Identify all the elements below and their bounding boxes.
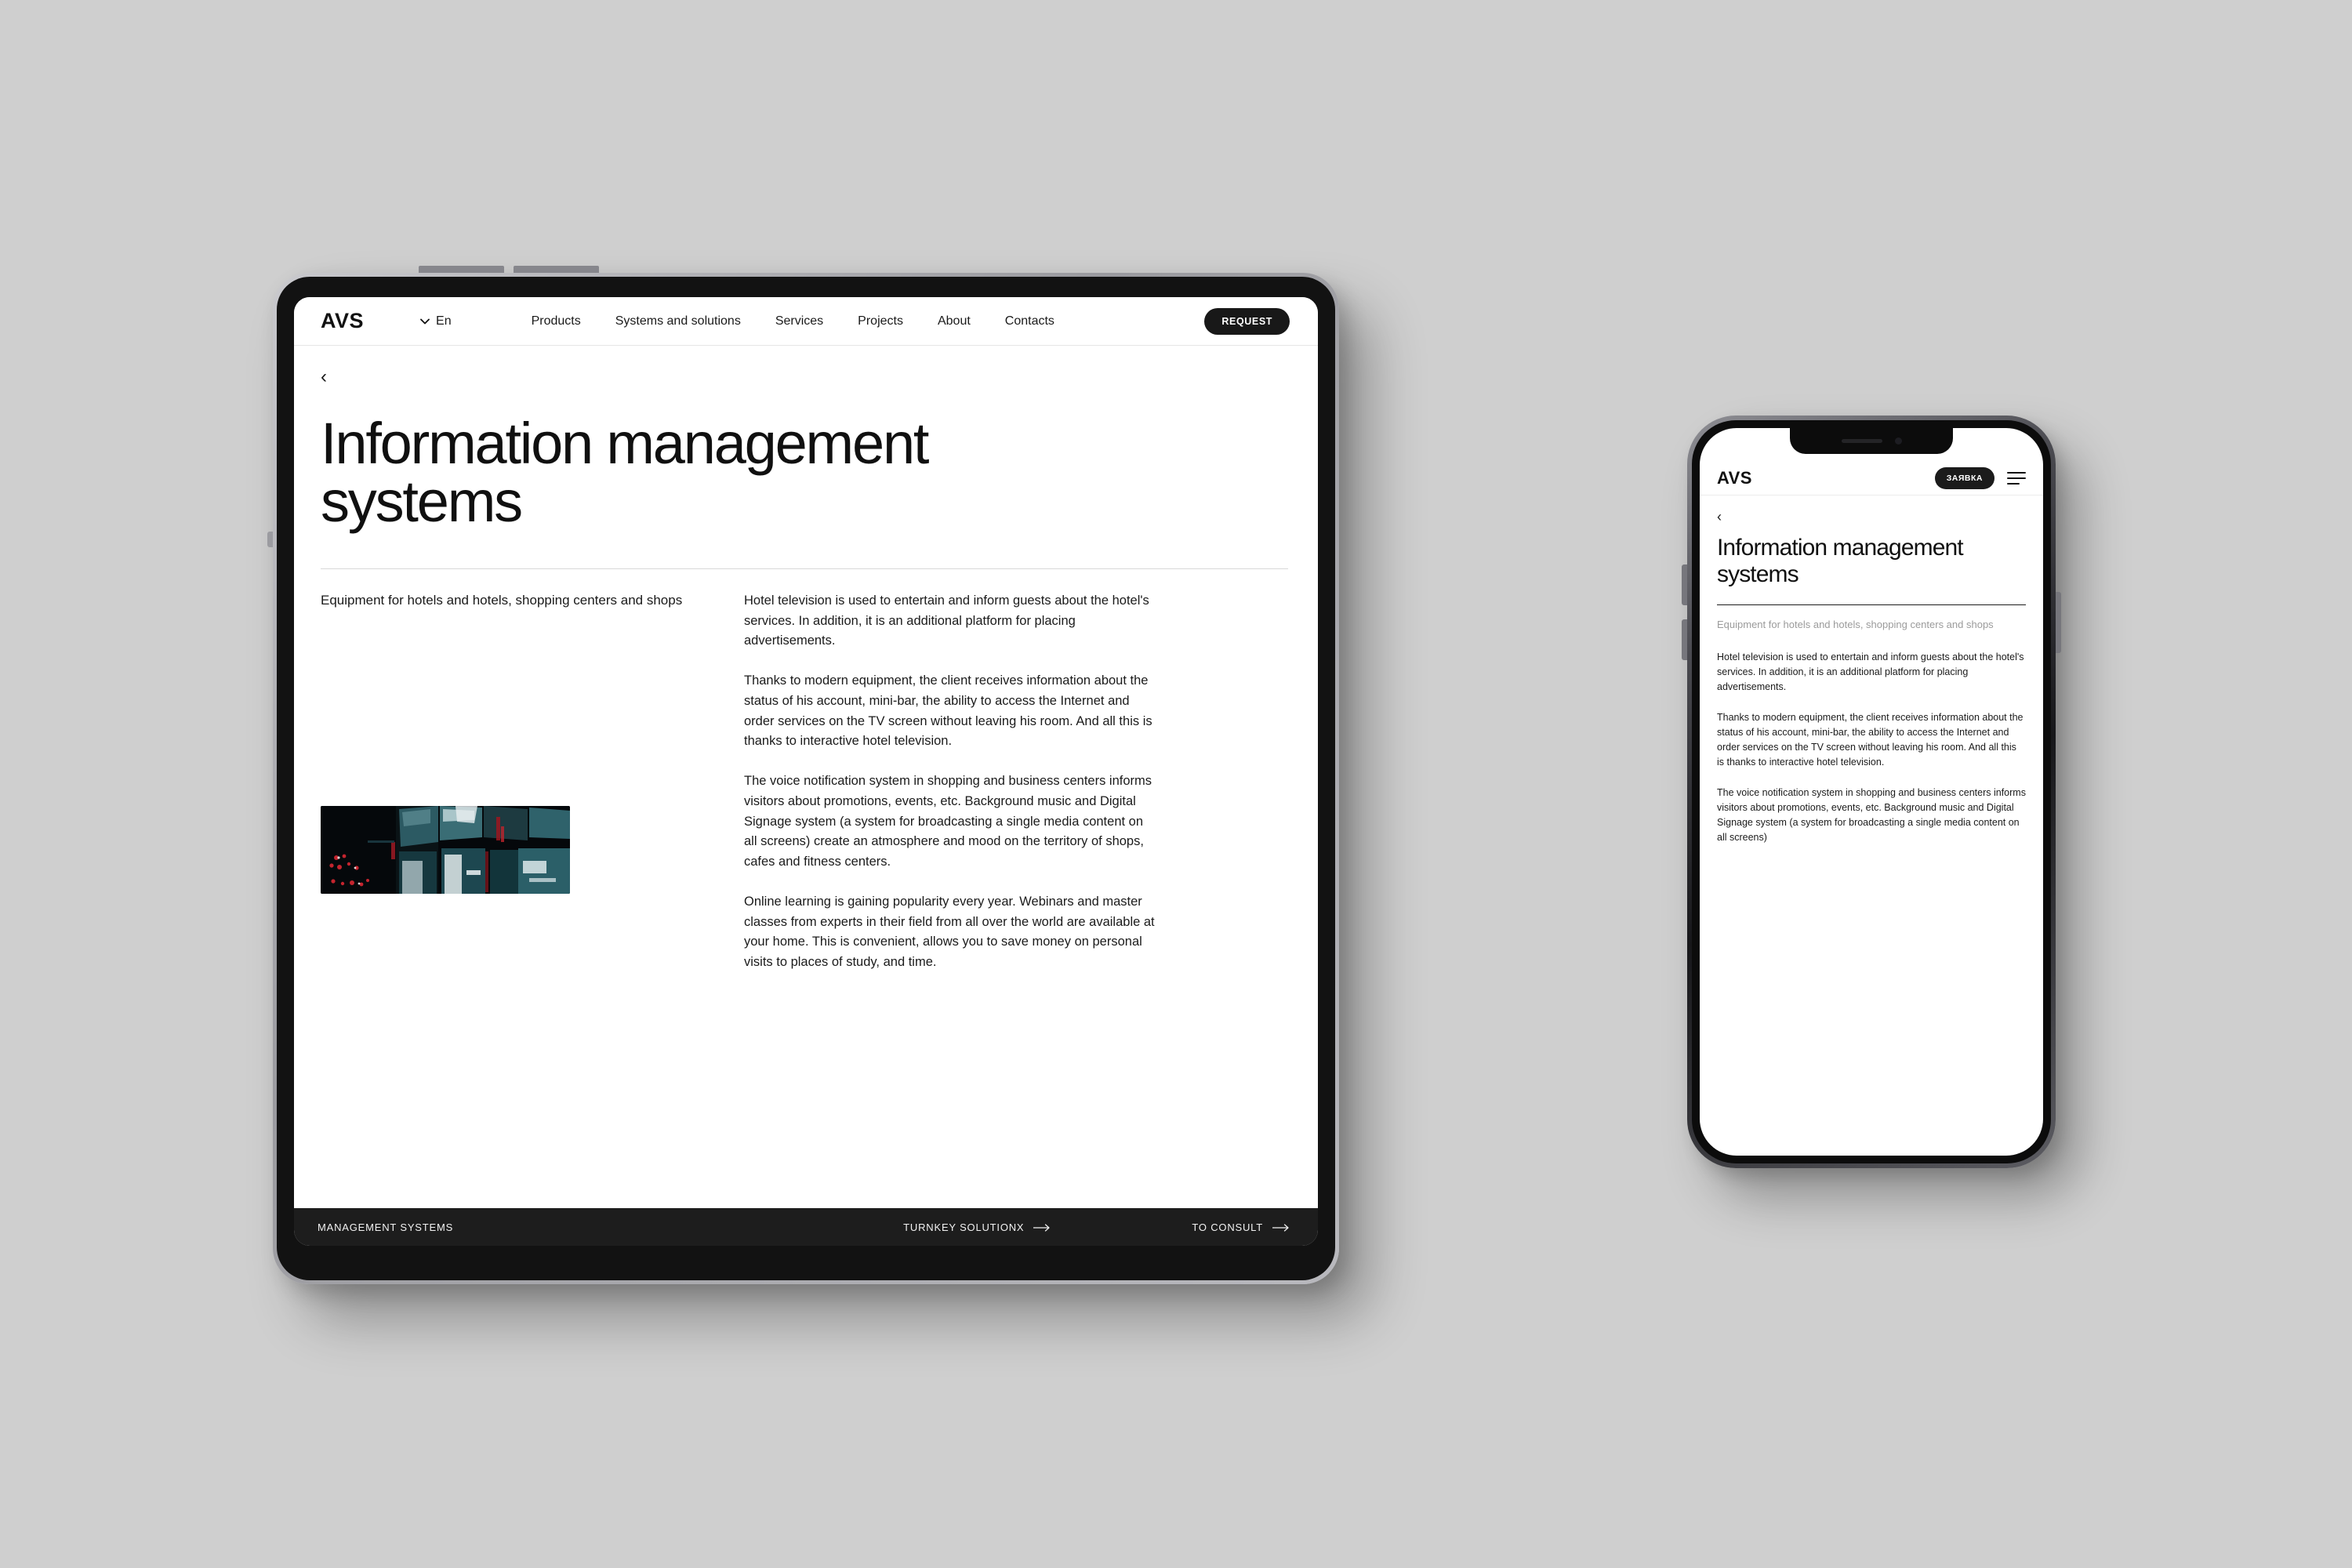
back-button[interactable]: ‹ [321,368,327,387]
site-logo[interactable]: AVS [321,309,364,333]
phone-notch [1790,428,1953,454]
arrow-right-icon [1272,1221,1290,1234]
nav-item-contacts[interactable]: Contacts [1005,314,1054,328]
tablet-topbar: AVS En Products Systems and solutions Se… [294,297,1318,346]
body-paragraph: Hotel television is used to entertain an… [744,593,1149,648]
page-title: Information management systems [321,411,929,534]
thumbnail-artwork [321,806,570,895]
page-title: Information management systems [1717,535,1964,587]
tablet-top-buttons [419,266,599,273]
phone-frame: AVS ЗАЯВКА ‹ Information management syst… [1692,420,2051,1163]
body-paragraph: The voice notification system in shoppin… [1717,786,2026,843]
left-column: Equipment for hotels and hotels, shoppin… [321,591,744,993]
nav-item-about[interactable]: About [938,314,971,328]
phone-content: ‹ Information management systems Equipme… [1700,495,2043,1156]
nav-item-services[interactable]: Services [775,314,823,328]
body-paragraph: Hotel television is used to entertain an… [1717,651,2024,692]
phone-device: AVS ЗАЯВКА ‹ Information management syst… [1682,416,2061,1168]
footer-link-to-consult[interactable]: TO CONSULT [1192,1221,1290,1234]
body-paragraph: Online learning is gaining popularity ev… [744,894,1155,970]
chevron-down-icon [420,317,430,326]
phone-speaker-icon [1841,439,1882,443]
site-logo[interactable]: AVS [1717,468,1752,488]
page-lede: Equipment for hotels and hotels, shoppin… [321,593,683,608]
request-button[interactable]: ЗАЯВКА [1934,466,1994,489]
footer-link-turnkey-solutions[interactable]: TURNKEY SOLUTIONX [903,1221,1051,1234]
phone-volume-down-button [1682,619,1687,660]
nav-item-products[interactable]: Products [532,314,581,328]
tablet-content: ‹ Information management systems Equipme… [294,346,1318,1208]
phone-volume-up-button [1682,564,1687,605]
title-divider [1717,604,2026,606]
tablet-screen: AVS En Products Systems and solutions Se… [294,297,1318,1246]
content-columns: Equipment for hotels and hotels, shoppin… [321,591,1288,993]
footer-link-label: TURNKEY SOLUTIONX [903,1221,1025,1233]
title-divider [321,568,1288,569]
tablet-bezel: AVS En Products Systems and solutions Se… [277,277,1335,1280]
mockup-stage: AVS En Products Systems and solutions Se… [0,0,2352,1568]
arrow-right-icon [1033,1221,1051,1234]
footer-link-label: TO CONSULT [1192,1221,1263,1233]
phone-screen: AVS ЗАЯВКА ‹ Information management syst… [1700,428,2043,1156]
phone-power-button [2056,592,2061,653]
footer-breadcrumb-label: MANAGEMENT SYSTEMS [318,1221,454,1233]
page-lede: Equipment for hotels and hotels, shoppin… [1717,619,1994,631]
phone-topbar: AVS ЗАЯВКА [1700,461,2043,495]
tablet-side-button [267,532,273,547]
body-paragraph: The voice notification system in shoppin… [744,774,1152,869]
right-column: Hotel television is used to entertain an… [744,591,1160,993]
back-button[interactable]: ‹ [1717,510,1722,524]
body-paragraph: Thanks to modern equipment, the client r… [1717,711,2024,768]
language-selector[interactable]: En [420,314,452,328]
tablet-device: AVS En Products Systems and solutions Se… [267,266,1339,1284]
request-button[interactable]: REQUEST [1204,307,1290,335]
hamburger-menu-icon[interactable] [2007,471,2026,485]
phone-camera-icon [1894,437,1902,445]
body-paragraph: Thanks to modern equipment, the client r… [744,673,1152,749]
language-value: En [436,314,452,328]
project-thumbnail-image[interactable] [321,806,570,895]
main-navigation: Products Systems and solutions Services … [532,314,1054,328]
tablet-footer-bar: MANAGEMENT SYSTEMS TURNKEY SOLUTIONX TO … [294,1208,1318,1246]
nav-item-systems-and-solutions[interactable]: Systems and solutions [615,314,741,328]
nav-item-projects[interactable]: Projects [858,314,903,328]
